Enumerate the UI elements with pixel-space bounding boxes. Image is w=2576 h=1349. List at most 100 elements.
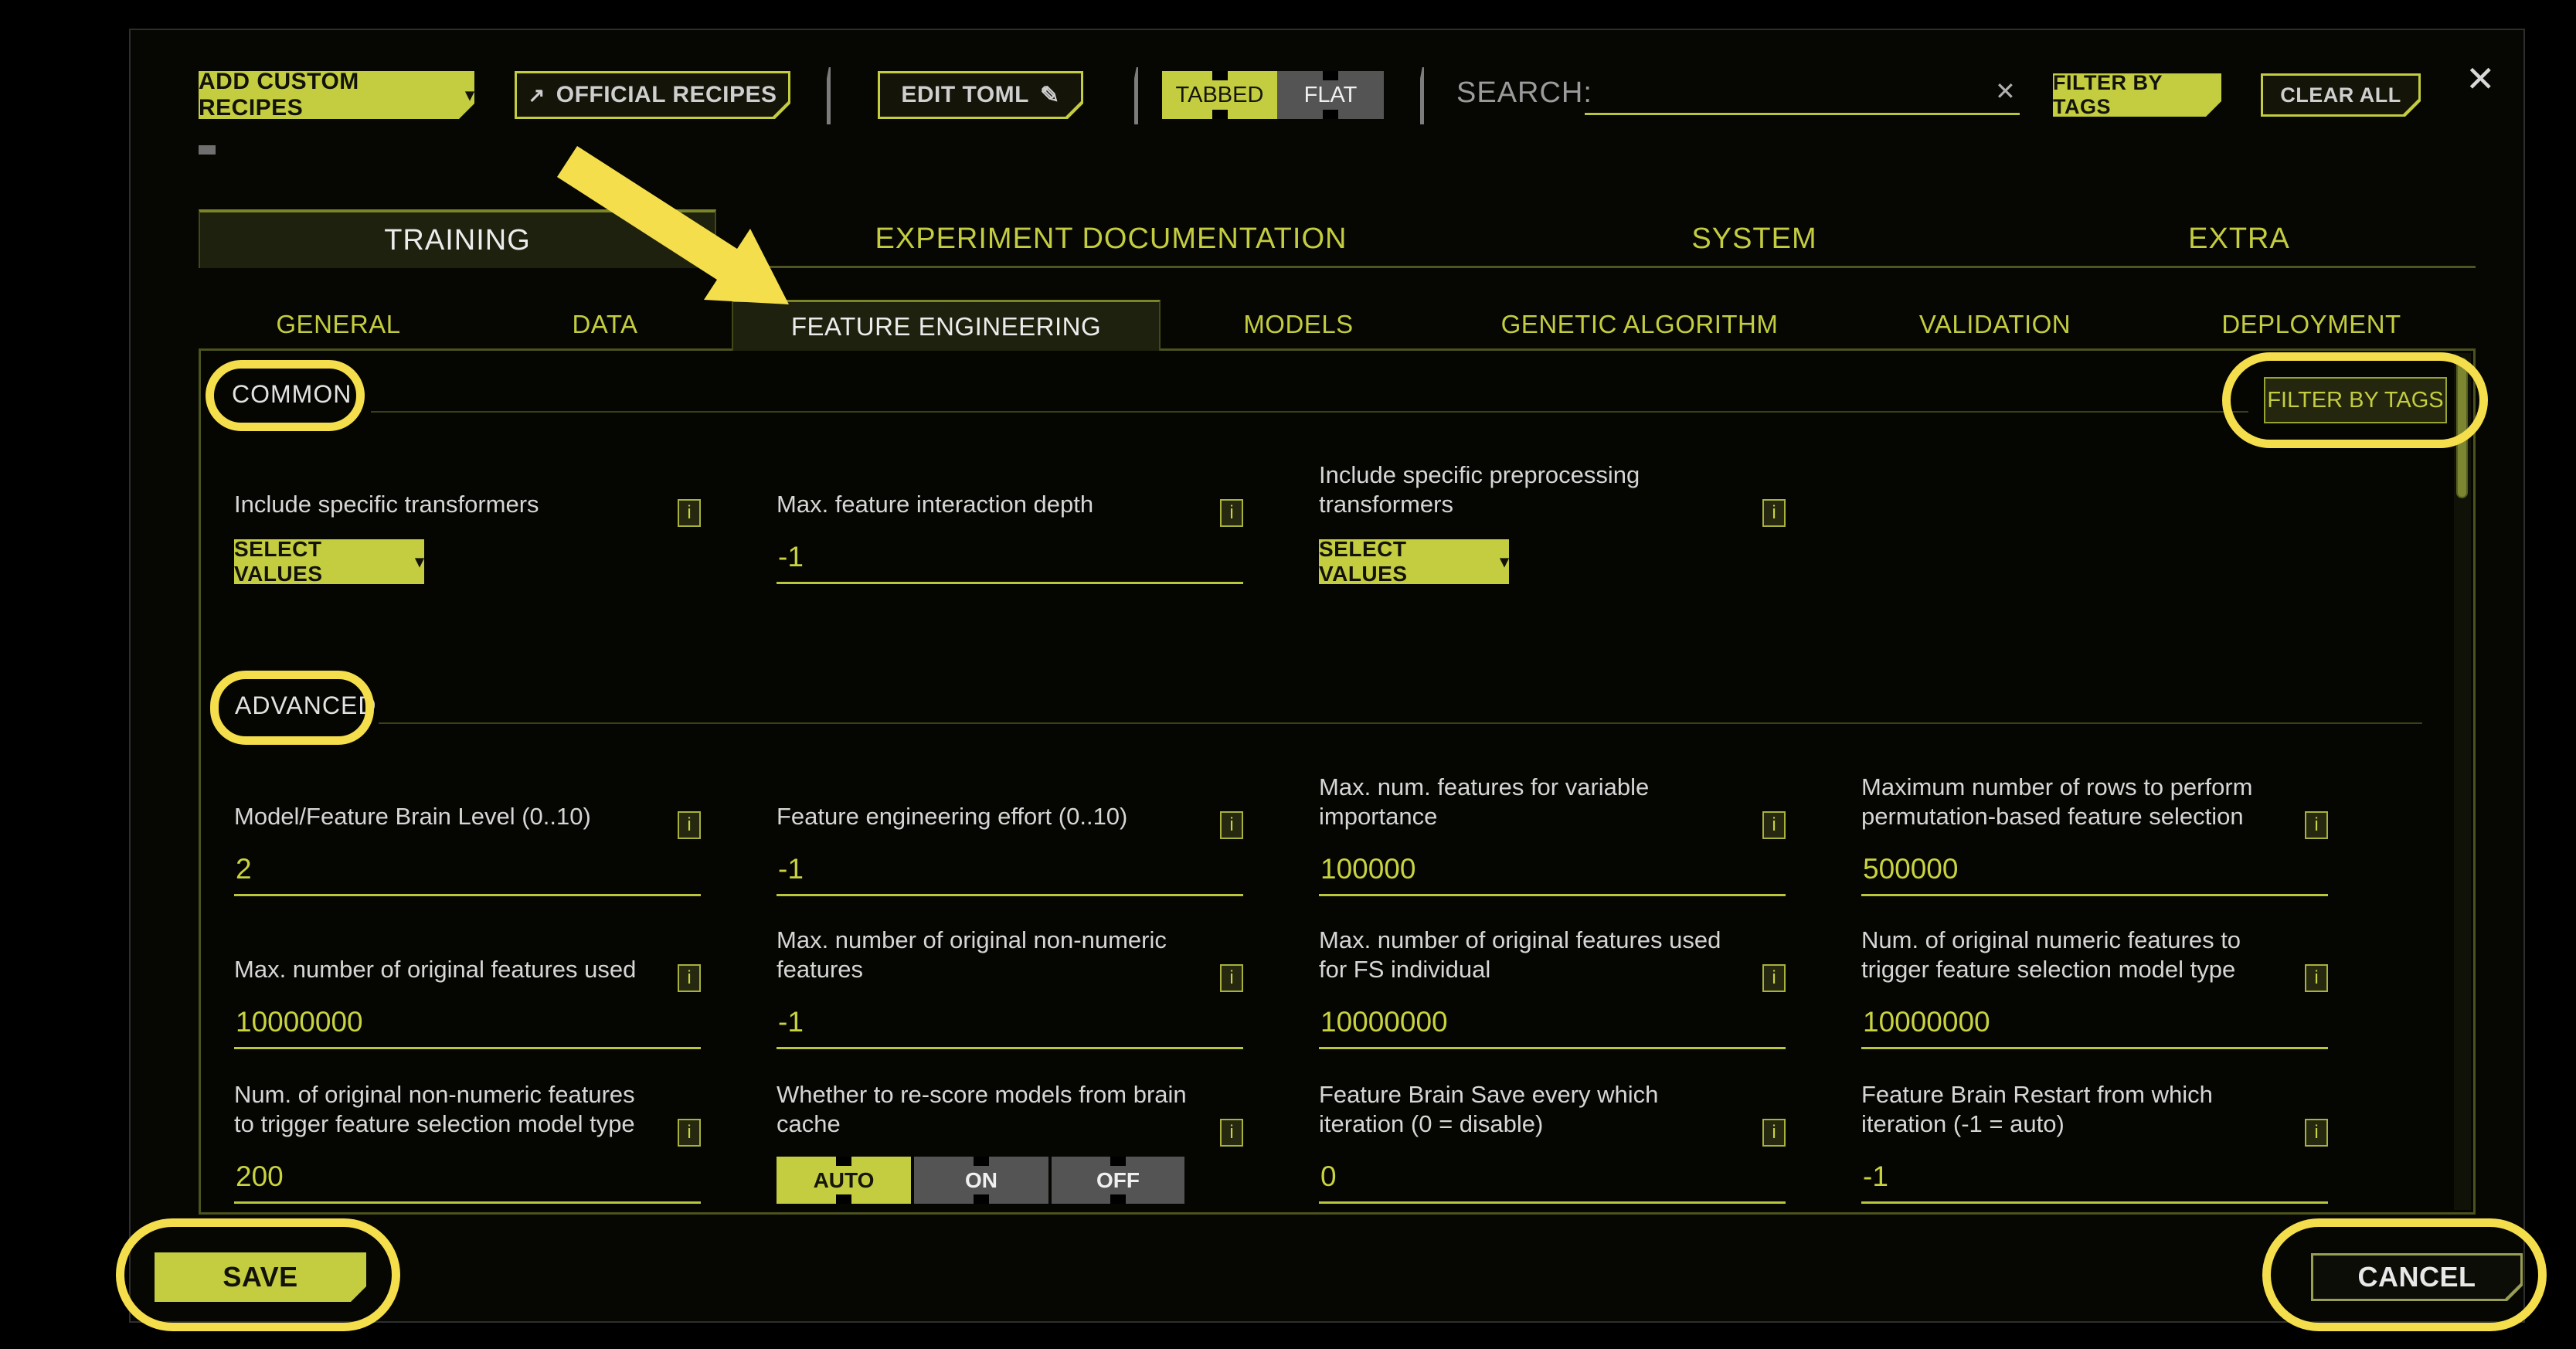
field-max-features-varimp: Max. num. features for variable importan… [1319, 776, 1829, 896]
clear-all-label: CLEAR ALL [2280, 83, 2401, 107]
field-input[interactable] [1861, 1157, 2328, 1204]
field-label: Max. number of original features used [234, 955, 655, 984]
select-values-button[interactable]: SELECT VALUES ▾ [1319, 539, 1509, 584]
cancel-button[interactable]: CANCEL [2311, 1253, 2523, 1301]
tab-training[interactable]: TRAINING [199, 209, 716, 268]
close-icon[interactable]: ✕ [2466, 61, 2496, 97]
subtab-feature-engineering[interactable]: FEATURE ENGINEERING [732, 300, 1161, 351]
toggle-off-button[interactable]: OFF [1052, 1157, 1184, 1204]
info-icon[interactable]: i [1220, 499, 1243, 527]
field-input[interactable] [777, 1002, 1243, 1049]
advanced-section-divider [379, 722, 2422, 724]
toggle-auto-button[interactable]: AUTO [777, 1157, 911, 1204]
field-input[interactable] [1319, 1002, 1786, 1049]
field-max-orig-nonnumeric: Max. number of original non-numeric feat… [777, 929, 1286, 1049]
info-icon[interactable]: i [678, 499, 701, 527]
search-input[interactable] [1585, 67, 2020, 115]
info-icon[interactable]: i [1220, 811, 1243, 839]
field-label: Max. number of original features used fo… [1319, 926, 1740, 984]
sub-tabs: GENERAL DATA FEATURE ENGINEERING MODELS … [199, 300, 2476, 348]
info-icon[interactable]: i [678, 811, 701, 839]
edit-toml-label: EDIT TOML [901, 82, 1029, 108]
field-input[interactable] [1319, 1157, 1786, 1204]
toggle-on-button[interactable]: ON [914, 1157, 1048, 1204]
info-icon[interactable]: i [1762, 1119, 1786, 1147]
info-icon[interactable]: i [678, 964, 701, 992]
view-tabbed-button[interactable]: TABBED [1162, 71, 1277, 119]
tab-experiment-documentation[interactable]: EXPERIMENT DOCUMENTATION [716, 209, 1506, 268]
subtab-feature-engineering-label: FEATURE ENGINEERING [791, 312, 1101, 341]
subtab-genetic-algorithm-label: GENETIC ALGORITHM [1501, 310, 1779, 339]
field-brain-level: Model/Feature Brain Level (0..10) i [234, 776, 744, 896]
save-button[interactable]: SAVE [155, 1252, 366, 1302]
filter-by-tags-button[interactable]: FILTER BY TAGS [2053, 73, 2221, 117]
tab-system-label: SYSTEM [1691, 223, 1816, 256]
field-rescore-brain: Whether to re-score models from brain ca… [777, 1084, 1286, 1204]
field-include-transformers: Include specific transformers i SELECT V… [234, 464, 744, 584]
field-input[interactable] [777, 537, 1243, 584]
scrollbar-thumb[interactable] [2456, 358, 2468, 498]
subtab-deployment[interactable]: DEPLOYMENT [2147, 300, 2476, 348]
field-input[interactable] [234, 849, 701, 896]
subtab-genetic-algorithm[interactable]: GENETIC ALGORITHM [1436, 300, 1843, 348]
toolbar-divider [827, 67, 831, 124]
subtab-validation-label: VALIDATION [1919, 310, 2071, 339]
advanced-section-title: ADVANCED [235, 691, 376, 720]
subtab-validation[interactable]: VALIDATION [1843, 300, 2147, 348]
info-icon[interactable]: i [2305, 811, 2328, 839]
tab-extra[interactable]: EXTRA [2003, 209, 2476, 268]
field-input[interactable] [234, 1002, 701, 1049]
subtab-models[interactable]: MODELS [1161, 300, 1436, 348]
tab-system[interactable]: SYSTEM [1506, 209, 2003, 268]
field-label: Feature Brain Save every which iteration… [1319, 1080, 1740, 1139]
info-icon[interactable]: i [2305, 1119, 2328, 1147]
common-section-divider [371, 411, 2248, 413]
field-input[interactable] [234, 1157, 701, 1204]
field-input[interactable] [777, 849, 1243, 896]
chevron-down-icon: ▾ [465, 85, 474, 105]
search-label: SEARCH: [1456, 76, 1592, 110]
info-icon[interactable]: i [1762, 499, 1786, 527]
edit-toml-button[interactable]: EDIT TOML ✎ [878, 71, 1083, 119]
view-flat-button[interactable]: FLAT [1277, 71, 1384, 119]
common-section-title: COMMON [232, 380, 352, 409]
field-label: Num. of original non-numeric features to… [234, 1080, 655, 1139]
info-icon[interactable]: i [1762, 964, 1786, 992]
field-input[interactable] [1319, 849, 1786, 896]
official-recipes-button[interactable]: ↗ OFFICIAL RECIPES [515, 71, 790, 119]
info-icon[interactable]: i [1220, 964, 1243, 992]
tab-extra-label: EXTRA [2188, 223, 2290, 256]
select-values-label: SELECT VALUES [1319, 537, 1490, 586]
subtab-models-label: MODELS [1243, 310, 1353, 339]
subtab-general[interactable]: GENERAL [199, 300, 478, 348]
search-box: SEARCH: ✕ [1456, 67, 2044, 121]
select-values-label: SELECT VALUES [234, 537, 406, 586]
clear-all-button[interactable]: CLEAR ALL [2261, 73, 2421, 117]
select-values-button[interactable]: SELECT VALUES ▾ [234, 539, 424, 584]
tab-training-label: TRAINING [384, 224, 531, 257]
field-label: Include specific transformers [234, 490, 655, 519]
vertical-scrollbar[interactable] [2454, 353, 2471, 1210]
panel-filter-by-tags-label: FILTER BY TAGS [2267, 388, 2443, 413]
save-button-label: SAVE [223, 1261, 297, 1293]
field-label: Model/Feature Brain Level (0..10) [234, 802, 655, 831]
cancel-button-label: CANCEL [2358, 1261, 2476, 1293]
field-max-orig-features-fs: Max. number of original features used fo… [1319, 929, 1829, 1049]
info-icon[interactable]: i [2305, 964, 2328, 992]
field-label: Whether to re-score models from brain ca… [777, 1080, 1198, 1139]
info-icon[interactable]: i [678, 1119, 701, 1147]
field-input[interactable] [1861, 849, 2328, 896]
chevron-down-icon: ▾ [1500, 552, 1509, 572]
search-clear-icon[interactable]: ✕ [1995, 76, 2016, 106]
chevron-down-icon: ▾ [415, 552, 424, 572]
field-max-interaction-depth: Max. feature interaction depth i [777, 464, 1286, 584]
subtab-data[interactable]: DATA [478, 300, 732, 348]
field-input[interactable] [1861, 1002, 2328, 1049]
field-label: Max. number of original non-numeric feat… [777, 926, 1198, 984]
panel-filter-by-tags-button[interactable]: FILTER BY TAGS [2264, 377, 2447, 423]
horizontal-scrollbar-notch[interactable] [199, 145, 216, 155]
info-icon[interactable]: i [1762, 811, 1786, 839]
info-icon[interactable]: i [1220, 1119, 1243, 1147]
expert-settings-modal: ADD CUSTOM RECIPES ▾ ↗ OFFICIAL RECIPES … [129, 29, 2525, 1323]
add-custom-recipes-button[interactable]: ADD CUSTOM RECIPES ▾ [199, 71, 474, 119]
